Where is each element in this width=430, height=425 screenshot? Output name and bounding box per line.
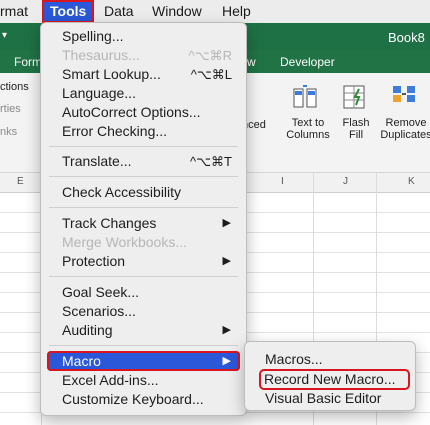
menu-item-track-changes[interactable]: Track Changes ▶ bbox=[47, 214, 240, 233]
menu-item-visual-basic-editor[interactable]: Visual Basic Editor bbox=[251, 389, 409, 408]
flash-fill-label: Flash Fill bbox=[342, 117, 370, 141]
remove-duplicates-icon bbox=[393, 86, 415, 102]
menu-item-excel-add-ins[interactable]: Excel Add-ins... bbox=[47, 371, 240, 390]
menu-separator bbox=[49, 176, 238, 177]
column-header-k[interactable]: K bbox=[408, 176, 415, 187]
menu-separator bbox=[49, 146, 238, 147]
shortcut-thesaurus: ^⌥⌘R bbox=[188, 48, 232, 63]
properties-label: rties bbox=[0, 103, 21, 115]
tab-developer[interactable]: Developer bbox=[280, 55, 335, 69]
column-header-j[interactable]: J bbox=[343, 176, 348, 187]
shortcut-smart-lookup: ^⌥⌘L bbox=[190, 67, 232, 82]
menu-tools[interactable]: Tools bbox=[42, 0, 95, 23]
quick-access-chevron-icon[interactable]: ▾ bbox=[2, 30, 7, 41]
menu-item-check-accessibility[interactable]: Check Accessibility bbox=[47, 183, 240, 202]
connections-label[interactable]: ctions bbox=[0, 81, 29, 93]
menu-item-protection[interactable]: Protection ▶ bbox=[47, 252, 240, 271]
menu-item-thesaurus: Thesaurus... ^⌥⌘R bbox=[62, 47, 232, 63]
menu-item-translate[interactable]: Translate... ^⌥⌘T bbox=[47, 152, 240, 171]
menu-item-customize-keyboard[interactable]: Customize Keyboard... bbox=[47, 390, 240, 409]
menu-item-macros[interactable]: Macros... bbox=[251, 350, 409, 369]
menu-item-spelling[interactable]: Spelling... bbox=[47, 27, 240, 46]
text-to-columns-icon bbox=[293, 85, 317, 108]
menu-item-auditing[interactable]: Auditing ▶ bbox=[47, 321, 240, 340]
remove-duplicates-label: Remove Duplicates bbox=[380, 117, 430, 141]
menu-separator bbox=[49, 345, 238, 346]
submenu-arrow-icon: ▶ bbox=[222, 324, 231, 336]
menu-item-error-checking[interactable]: Error Checking... bbox=[47, 122, 240, 141]
menu-item-smart-lookup[interactable]: Smart Lookup... ^⌥⌘L bbox=[47, 65, 240, 84]
tab-view[interactable]: w bbox=[247, 55, 256, 69]
submenu-arrow-icon: ▶ bbox=[222, 355, 231, 367]
menu-window[interactable]: Window bbox=[152, 0, 202, 23]
menu-item-merge-workbooks: Merge Workbooks... bbox=[62, 234, 188, 250]
menu-bar: rmat Tools Data Window Help bbox=[0, 0, 430, 24]
tab-formulas[interactable]: Form bbox=[14, 55, 42, 69]
text-to-columns-label: Text to Columns bbox=[286, 117, 330, 141]
column-header-e[interactable]: E bbox=[17, 176, 24, 187]
menu-separator bbox=[49, 207, 238, 208]
menu-item-language[interactable]: Language... bbox=[47, 84, 240, 103]
menu-item-scenarios[interactable]: Scenarios... bbox=[47, 302, 240, 321]
menu-item-macro[interactable]: Macro ▶ bbox=[47, 351, 240, 371]
macro-submenu: Macros... Record New Macro... Visual Bas… bbox=[244, 341, 416, 411]
submenu-arrow-icon: ▶ bbox=[222, 255, 231, 267]
tools-menu: Spelling... Thesaurus... ^⌥⌘R Smart Looku… bbox=[40, 22, 247, 416]
column-header-i[interactable]: I bbox=[281, 176, 284, 187]
menu-separator bbox=[49, 276, 238, 277]
submenu-arrow-icon: ▶ bbox=[222, 217, 231, 229]
workbook-title: Book8 bbox=[388, 30, 425, 45]
menu-item-autocorrect-options[interactable]: AutoCorrect Options... bbox=[47, 103, 240, 122]
menu-help[interactable]: Help bbox=[222, 0, 251, 23]
edit-links-label: nks bbox=[0, 126, 18, 138]
flash-fill-icon bbox=[343, 85, 365, 109]
menu-item-goal-seek[interactable]: Goal Seek... bbox=[47, 283, 240, 302]
menu-data[interactable]: Data bbox=[104, 0, 134, 23]
menu-format[interactable]: rmat bbox=[0, 0, 28, 23]
menu-item-record-new-macro[interactable]: Record New Macro... bbox=[259, 369, 410, 390]
shortcut-translate: ^⌥⌘T bbox=[189, 154, 232, 169]
